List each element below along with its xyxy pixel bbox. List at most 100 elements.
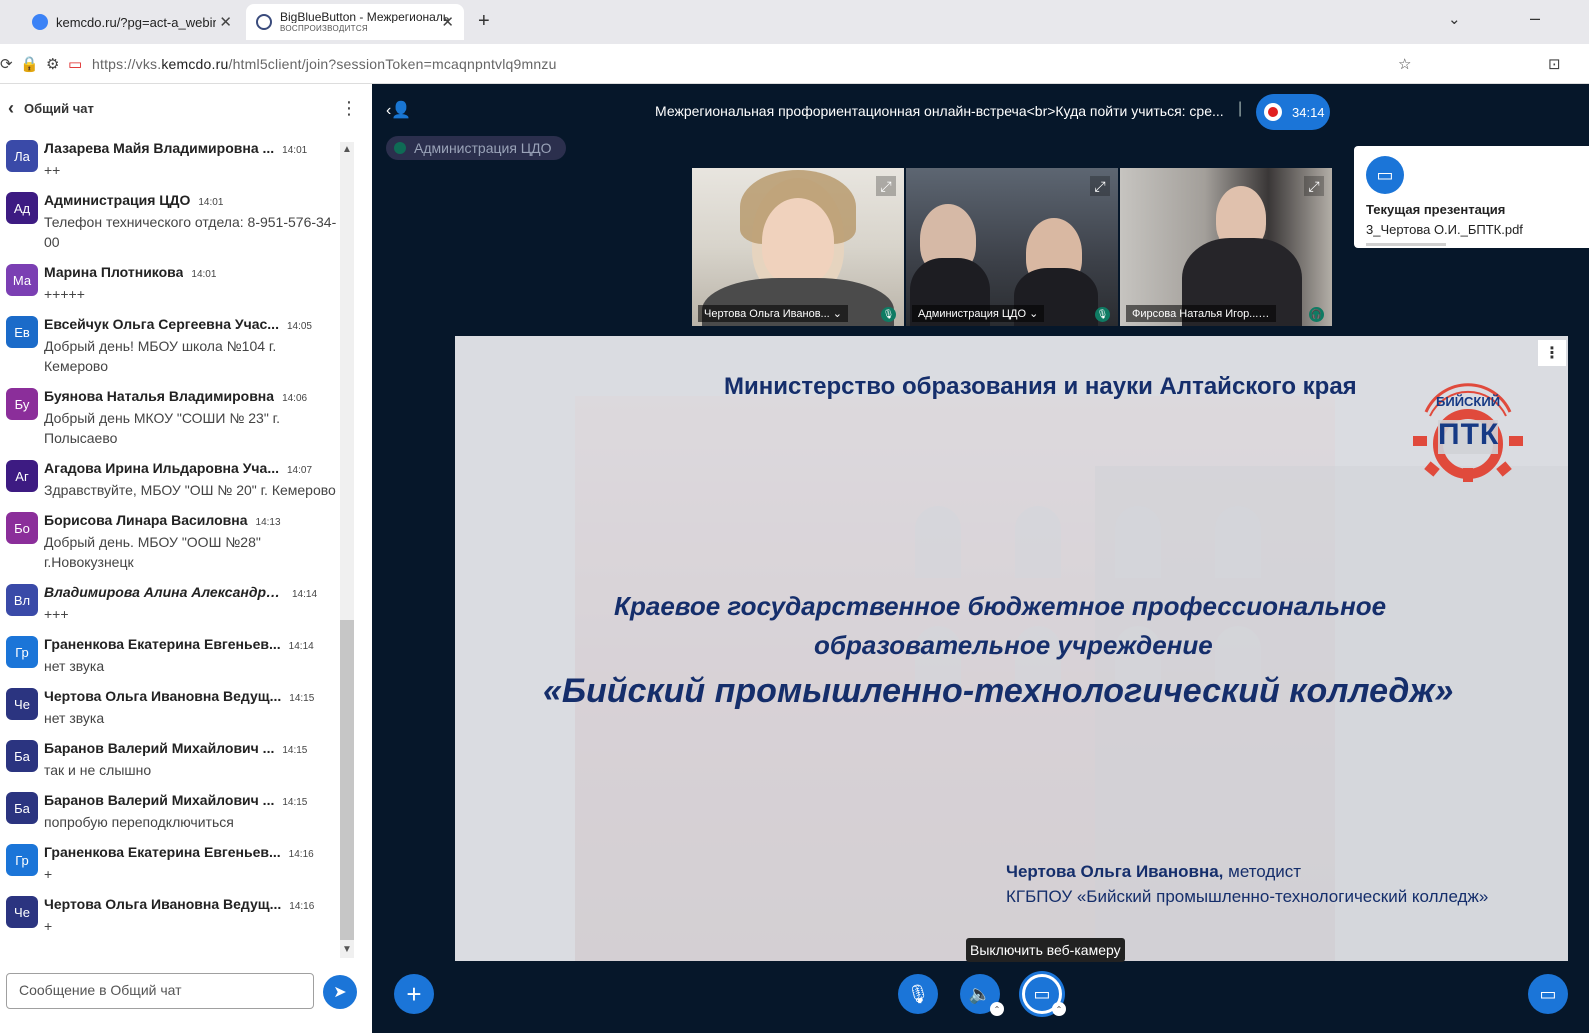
- avatar: Ев: [6, 316, 38, 348]
- chat-message-text: +: [44, 918, 53, 934]
- scroll-down-icon[interactable]: ▼: [342, 944, 352, 955]
- url-prefix: https://vks.: [92, 56, 162, 72]
- chat-message-input[interactable]: Сообщение в Общий чат: [6, 973, 314, 1009]
- chat-message-text: Добрый день. МБОУ "ООШ №28" г.Новокузнец…: [44, 534, 261, 570]
- title-separator: |: [1238, 100, 1243, 117]
- presentation-options-icon[interactable]: ⋮: [1538, 340, 1566, 366]
- chat-message-time: 14:01: [198, 197, 224, 208]
- webcam-tile[interactable]: ⤢ Чертова Ольга Иванов... ⌄ 🎙: [692, 168, 904, 326]
- chat-message-time: 14:01: [282, 145, 308, 156]
- chat-message: Вл Владимирова Алина Александро... 14:14 ++…: [0, 584, 338, 624]
- presentation-progress-bar: [1366, 243, 1446, 246]
- tab-title: kemcdo.ru/?pg=act-a_webinar: [56, 14, 216, 30]
- chat-message-text: Здравствуйте, МБОУ "ОШ № 20" г. Кемерово: [44, 482, 336, 498]
- avatar: Аг: [6, 460, 38, 492]
- close-tab-icon[interactable]: ✕: [219, 13, 232, 31]
- chat-message-time: 14:07: [287, 465, 313, 476]
- chat-message-body: Граненкова Екатерина Евгеньев... 14:14 нет…: [44, 636, 338, 676]
- chat-message-header: Баранов Валерий Михайлович ... 14:15: [44, 792, 338, 808]
- chat-message-header: Борисова Линара Василовна 14:13: [44, 512, 338, 528]
- webcam-username[interactable]: Фирсова Наталья Игор... ⌄: [1126, 305, 1276, 322]
- chat-message-text: +++: [44, 606, 69, 622]
- fullscreen-icon[interactable]: ⤢: [1090, 176, 1110, 196]
- recording-indicator-button[interactable]: 34:14: [1256, 94, 1330, 130]
- chat-message-header: Чертова Ольга Ивановна Ведущ... 14:16: [44, 896, 338, 912]
- webcam-options-chevron-icon[interactable]: ⌃: [1052, 1002, 1066, 1016]
- scroll-up-icon[interactable]: ▲: [342, 144, 352, 155]
- plus-icon: +: [406, 978, 422, 1009]
- audio-options-chevron-icon[interactable]: ⌃: [990, 1002, 1004, 1016]
- webcam-username[interactable]: Администрация ЦДО ⌄: [912, 305, 1045, 322]
- chat-message-time: 14:05: [286, 321, 312, 332]
- webcam-tile[interactable]: ⤢ Фирсова Наталья Игор... ⌄ 🎧: [1120, 168, 1332, 326]
- mic-icon: 🎙: [881, 307, 896, 322]
- chat-message-time: 14:16: [288, 849, 314, 860]
- minimize-window-button[interactable]: –: [1530, 8, 1540, 29]
- chat-scrollbar[interactable]: [340, 142, 354, 958]
- actions-plus-button[interactable]: +: [394, 974, 434, 1014]
- meeting-title: Межрегиональная профориентационная онлай…: [655, 103, 1224, 119]
- close-tab-icon[interactable]: ✕: [441, 13, 454, 31]
- tab-audio-status: ВОСПРОИЗВОДИТСЯ: [280, 24, 369, 33]
- chat-message-header: Марина Плотникова 14:01: [44, 264, 338, 280]
- chat-message-time: 14:01: [191, 269, 217, 280]
- webcam-tile[interactable]: ⤢ Администрация ЦДО ⌄ 🎙: [906, 168, 1118, 326]
- lock-icon[interactable]: 🔒: [20, 55, 39, 73]
- slide-author-name: Чертова Ольга Ивановна,: [1006, 862, 1224, 881]
- chat-message-author: Граненкова Екатерина Евгеньев...: [44, 844, 281, 860]
- chevron-left-icon[interactable]: ‹: [8, 98, 14, 119]
- browser-tab-bbb[interactable]: BigBlueButton - Межрегиональ ВОСПРОИЗВОД…: [246, 4, 464, 40]
- chat-message-text: нет звука: [44, 710, 105, 726]
- tab-list-chevron-icon[interactable]: ⌄: [1448, 10, 1461, 28]
- chat-message: Бу Буянова Наталья Владимировна 14:06 Добры…: [0, 388, 338, 448]
- microphone-icon: 🎙: [906, 983, 930, 1004]
- chat-message-header: Баранов Валерий Михайлович ... 14:15: [44, 740, 338, 756]
- fullscreen-icon[interactable]: ⤢: [1304, 176, 1324, 196]
- slide-ministry-title: Министерство образования и науки Алтайск…: [724, 373, 1357, 400]
- permissions-icon[interactable]: ⚙: [46, 55, 59, 73]
- chat-message-author: Буянова Наталья Владимировна: [44, 388, 275, 404]
- avatar: Гр: [6, 636, 38, 668]
- chat-message: Ла Лазарева Майя Владимировна ... 14:01 ++: [0, 140, 338, 180]
- chat-options-icon[interactable]: ⋮: [340, 98, 358, 119]
- slide-institution-line1: Краевое государственное бюджетное профес…: [614, 591, 1387, 621]
- chat-message: Ад Администрация ЦДО 14:01 Телефон техничес…: [0, 192, 338, 252]
- fullscreen-icon[interactable]: ⤢: [876, 176, 896, 196]
- chat-scrollbar-thumb[interactable]: [340, 620, 354, 940]
- avatar: Ба: [6, 740, 38, 772]
- avatar: Че: [6, 688, 38, 720]
- bookmark-star-icon[interactable]: ☆: [1398, 55, 1411, 73]
- new-tab-button[interactable]: +: [478, 10, 490, 33]
- chat-header: ‹ Общий чат: [0, 84, 372, 132]
- chat-message-body: Марина Плотникова 14:01 +++++: [44, 264, 338, 304]
- user-list-toggle-icon[interactable]: ‹👤: [386, 100, 411, 120]
- chat-message-header: Лазарева Майя Владимировна ... 14:01: [44, 140, 338, 156]
- avatar: Бо: [6, 512, 38, 544]
- presentation-icon: ▭: [1539, 983, 1557, 1004]
- webcam-username[interactable]: Чертова Ольга Иванов... ⌄: [698, 305, 848, 322]
- avatar: Ба: [6, 792, 38, 824]
- chat-message-body: Борисова Линара Василовна 14:13 Добрый ден…: [44, 512, 338, 572]
- chat-message-body: Евсейчук Ольга Сергеевна Учас... 14:05 Доб…: [44, 316, 338, 376]
- current-presentation-card[interactable]: ▭ Текущая презентация 3_Чертова О.И._БПТ…: [1354, 146, 1589, 248]
- camera-active-icon[interactable]: ▭: [68, 55, 82, 73]
- send-message-button[interactable]: ➤: [323, 975, 357, 1009]
- url-field[interactable]: https://vks.kemcdo.ru/html5client/join?s…: [92, 56, 557, 72]
- chat-message-list: Ла Лазарева Майя Владимировна ... 14:01 ++ А…: [0, 140, 338, 960]
- talker-name: Администрация ЦДО: [414, 140, 552, 156]
- chat-message: Ма Марина Плотникова 14:01 +++++: [0, 264, 338, 304]
- logo-text-main: ПТК: [1438, 418, 1500, 451]
- bbb-logo-icon: [256, 14, 272, 30]
- pocket-icon[interactable]: ⊡: [1548, 55, 1561, 73]
- chat-message-author: Чертова Ольга Ивановна Ведущ...: [44, 688, 282, 704]
- chat-message: Бо Борисова Линара Василовна 14:13 Добрый д…: [0, 512, 338, 572]
- avatar: Вл: [6, 584, 38, 616]
- presentation-toggle-button[interactable]: ▭: [1528, 974, 1568, 1014]
- reload-icon[interactable]: ⟳: [0, 55, 13, 73]
- microphone-button[interactable]: 🎙: [898, 974, 938, 1014]
- slide-college-name: «Бийский промышленно-технологический кол…: [543, 672, 1454, 710]
- browser-tab-kemcdo[interactable]: kemcdo.ru/?pg=act-a_webinar ✕: [22, 4, 242, 40]
- chat-message-body: Владимирова Алина Александро... 14:14 +++: [44, 584, 338, 624]
- chat-message-body: Чертова Ольга Ивановна Ведущ... 14:16 +: [44, 896, 338, 936]
- chat-message-author: Администрация ЦДО: [44, 192, 191, 208]
